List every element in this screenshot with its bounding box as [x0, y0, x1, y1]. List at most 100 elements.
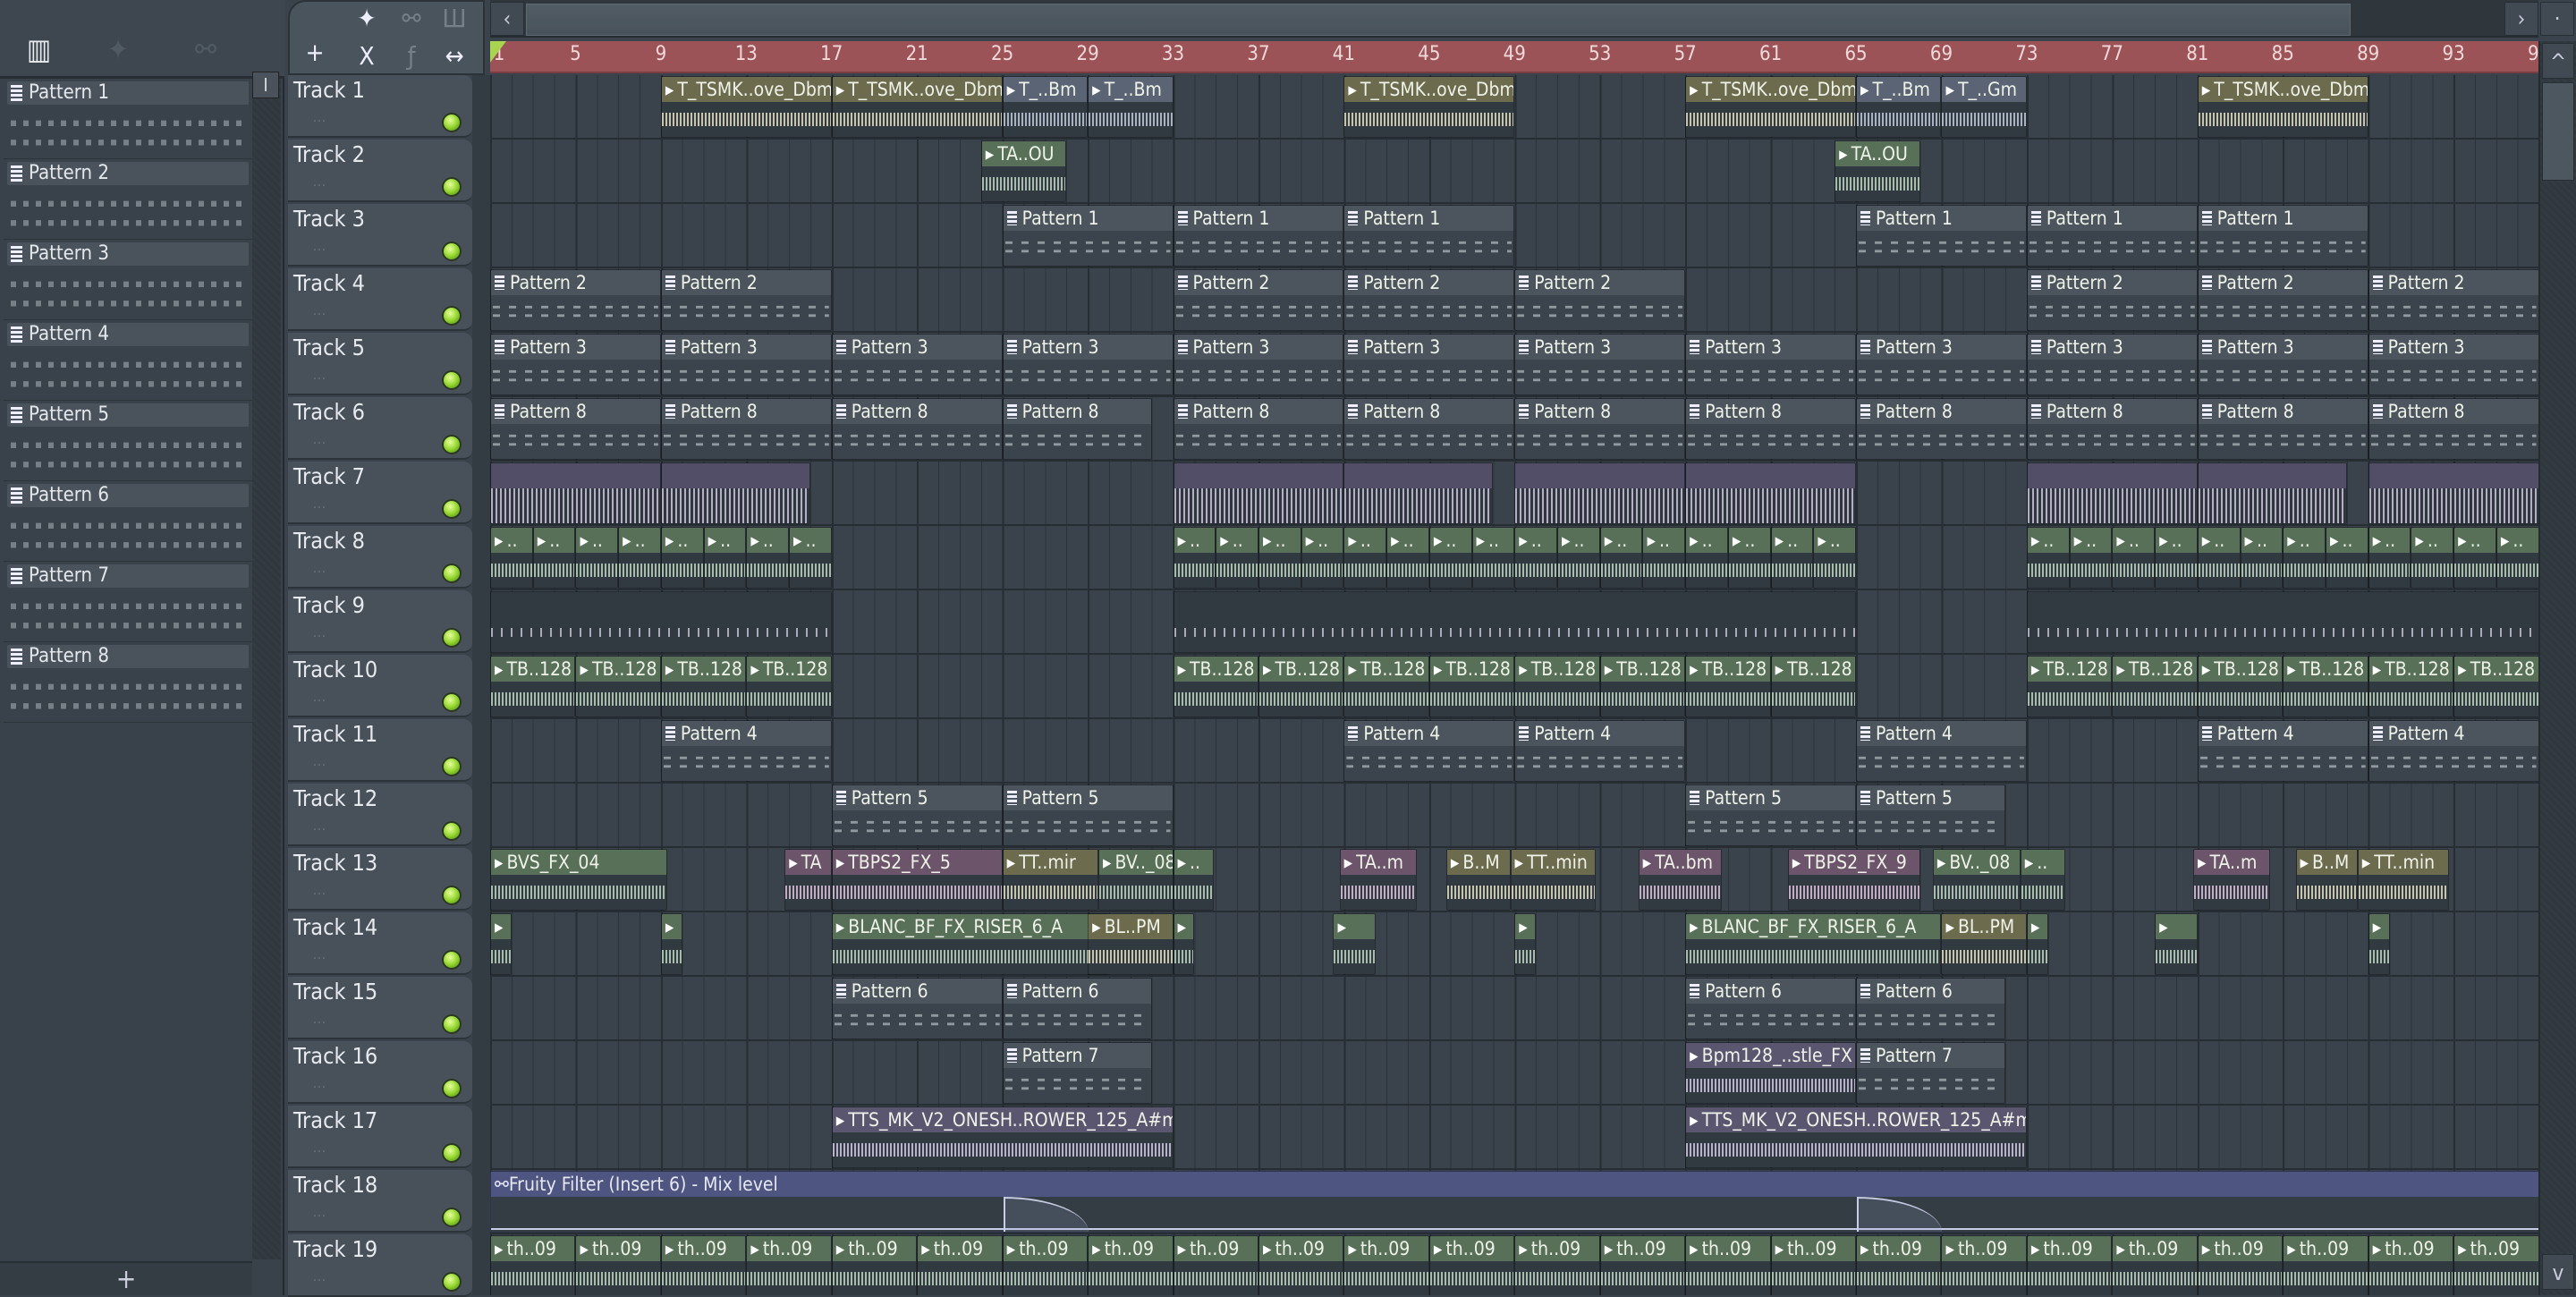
piano-roll-icon[interactable]: ▥ [27, 32, 51, 66]
track-options[interactable]: ... [313, 819, 326, 834]
audio-clip[interactable]: B..M [1445, 849, 1511, 911]
close-icon[interactable]: X [349, 41, 385, 71]
pattern-clip[interactable] [1343, 462, 1494, 524]
pattern-clip[interactable]: Pattern 8 [2026, 398, 2198, 460]
audio-clip[interactable]: BLANC_BF_FX_RISER_6_A [1685, 913, 1942, 975]
audio-clip[interactable]: TT..min [2357, 849, 2450, 911]
pattern-clip[interactable]: Pattern 8 [1514, 398, 1686, 460]
audio-clip[interactable]: T_..Gm [1941, 76, 2027, 138]
scroll-up-button[interactable]: ^ [2542, 43, 2574, 79]
audio-clip[interactable]: .. [2453, 527, 2496, 589]
track-mute-led[interactable] [442, 1143, 462, 1163]
track-options[interactable]: ... [313, 626, 326, 640]
pattern-clip[interactable]: Pattern 7 [1002, 1042, 1152, 1104]
pattern-clip[interactable]: Pattern 3 [2026, 334, 2198, 395]
audio-clip[interactable]: .. [660, 527, 704, 589]
audio-clip[interactable]: BV.._08 [1932, 849, 2021, 911]
track-options[interactable]: ... [313, 1077, 326, 1091]
audio-clip[interactable]: TT..mir [1002, 849, 1098, 911]
audio-clip[interactable]: .. [1642, 527, 1686, 589]
pattern-clip[interactable]: Pattern 3 [1514, 334, 1686, 395]
pattern-clip[interactable]: Pattern 1 [2197, 205, 2368, 267]
track-mute-led[interactable] [442, 435, 462, 454]
pattern-clip[interactable]: Pattern 7 [1856, 1042, 2006, 1104]
audio-clip[interactable]: .. [1386, 527, 1429, 589]
audio-clip[interactable]: BL..PM [1088, 913, 1174, 975]
track-options[interactable]: ... [313, 884, 326, 898]
pattern-clip[interactable]: Pattern 3 [1856, 334, 2027, 395]
audio-clip[interactable]: .. [1770, 527, 1814, 589]
audio-clip[interactable]: .. [2325, 527, 2368, 589]
audio-clip[interactable]: .. [2112, 527, 2156, 589]
audio-clip[interactable]: .. [2197, 527, 2241, 589]
audio-clip[interactable]: .. [1301, 527, 1344, 589]
track-options[interactable]: ... [313, 562, 326, 576]
track-options[interactable]: ... [313, 111, 326, 125]
track-header[interactable]: Track 3... [288, 204, 472, 267]
track-options[interactable]: ... [313, 433, 326, 447]
pattern-clip[interactable]: Pattern 3 [2197, 334, 2368, 395]
pattern-clip[interactable]: Pattern 2 [490, 269, 661, 331]
audio-clip[interactable]: TB..128 [1770, 656, 1857, 717]
audio-clip[interactable]: BV.._08 [1098, 849, 1174, 911]
audio-clip[interactable]: th..09 [2197, 1235, 2284, 1295]
pattern-clip[interactable] [1173, 591, 1857, 653]
pattern-clip[interactable]: Pattern 2 [2368, 269, 2538, 331]
audio-clip[interactable]: .. [1727, 527, 1771, 589]
audio-clip[interactable]: TB..128 [1343, 656, 1429, 717]
track-header[interactable]: Track 10... [288, 655, 472, 717]
audio-clip[interactable]: th..09 [1770, 1235, 1857, 1295]
audio-clip-filter-icon[interactable]: ✦ [349, 4, 385, 33]
pattern-list-item[interactable]: Pattern 8 [4, 642, 252, 723]
audio-clip[interactable]: .. [2155, 527, 2198, 589]
overview-thumb[interactable] [526, 4, 2351, 36]
audio-clip[interactable]: th..09 [831, 1235, 918, 1295]
audio-clip[interactable]: T_TSMK..ove_Dbm [1343, 76, 1515, 138]
track-header[interactable]: Track 13... [288, 848, 472, 911]
pattern-clip[interactable]: Pattern 1 [1002, 205, 1174, 267]
audio-clip[interactable]: .. [703, 527, 747, 589]
pattern-clip[interactable]: Pattern 4 [660, 720, 832, 782]
stretch-icon[interactable]: ↔ [436, 41, 472, 71]
track-options[interactable]: ... [313, 175, 326, 190]
audio-clip[interactable]: TA..bm [1638, 849, 1722, 911]
track-options[interactable]: ... [313, 1141, 326, 1156]
track-options[interactable]: ... [313, 1013, 326, 1027]
audio-clip[interactable]: th..09 [2283, 1235, 2368, 1295]
track-header[interactable]: Track 6... [288, 397, 472, 460]
playlist-grid[interactable]: T_TSMK..ove_Dbm T_TSMK..ove_Dbm T_..Bm T_..… [490, 75, 2538, 1295]
pattern-clip[interactable]: Pattern 3 [2368, 334, 2538, 395]
track-mute-led[interactable] [442, 950, 462, 970]
audio-clip[interactable]: th..09 [1088, 1235, 1174, 1295]
audio-clip[interactable] [1333, 913, 1377, 975]
pattern-clip[interactable]: Pattern 2 [1514, 269, 1686, 331]
audio-clip[interactable]: T_TSMK..ove_Dbm [831, 76, 1003, 138]
pattern-clip[interactable]: Pattern 8 [2368, 398, 2538, 460]
audio-clip[interactable]: TTS_MK_V2_ONESH..ROWER_125_A#min [831, 1106, 1174, 1168]
timeline-ruler[interactable]: 1 5 9 13 17 21 25 29 33 37 41 45 49 53 57 61 65 69 73 77 81 8… [490, 41, 2538, 73]
pattern-clip[interactable]: Pattern 1 [1173, 205, 1344, 267]
pattern-clip[interactable]: Pattern 8 [1856, 398, 2027, 460]
pattern-list-item[interactable]: Pattern 4 [4, 320, 252, 401]
scroll-right-button[interactable]: › [2504, 2, 2538, 36]
audio-clip[interactable]: th..09 [1428, 1235, 1515, 1295]
pattern-list-item[interactable]: Pattern 7 [4, 562, 252, 642]
pattern-clip[interactable]: Pattern 5 [1856, 784, 2006, 846]
audio-clip[interactable]: .. [1557, 527, 1600, 589]
pattern-clip[interactable]: Pattern 1 [1856, 205, 2027, 267]
audio-clip[interactable]: TT..min [1510, 849, 1596, 911]
audio-clip[interactable]: TB..128 [1514, 656, 1600, 717]
pattern-filter-icon[interactable]: Ш [436, 4, 472, 33]
track-header[interactable]: Track 19... [288, 1234, 472, 1297]
audio-clip[interactable]: th..09 [575, 1235, 661, 1295]
pattern-clip[interactable]: Pattern 2 [2197, 269, 2368, 331]
pattern-clip[interactable]: Pattern 8 [1343, 398, 1515, 460]
pattern-clip[interactable] [490, 591, 832, 653]
audio-clip[interactable]: .. [2368, 527, 2411, 589]
audio-clip[interactable]: B..M [2295, 849, 2358, 911]
audio-clip[interactable]: T_..Bm [1002, 76, 1089, 138]
track-options[interactable]: ... [313, 1270, 326, 1284]
pattern-list-item[interactable]: Pattern 3 [4, 240, 252, 320]
pattern-clip[interactable]: Pattern 3 [490, 334, 661, 395]
track-mute-led[interactable] [442, 499, 462, 519]
